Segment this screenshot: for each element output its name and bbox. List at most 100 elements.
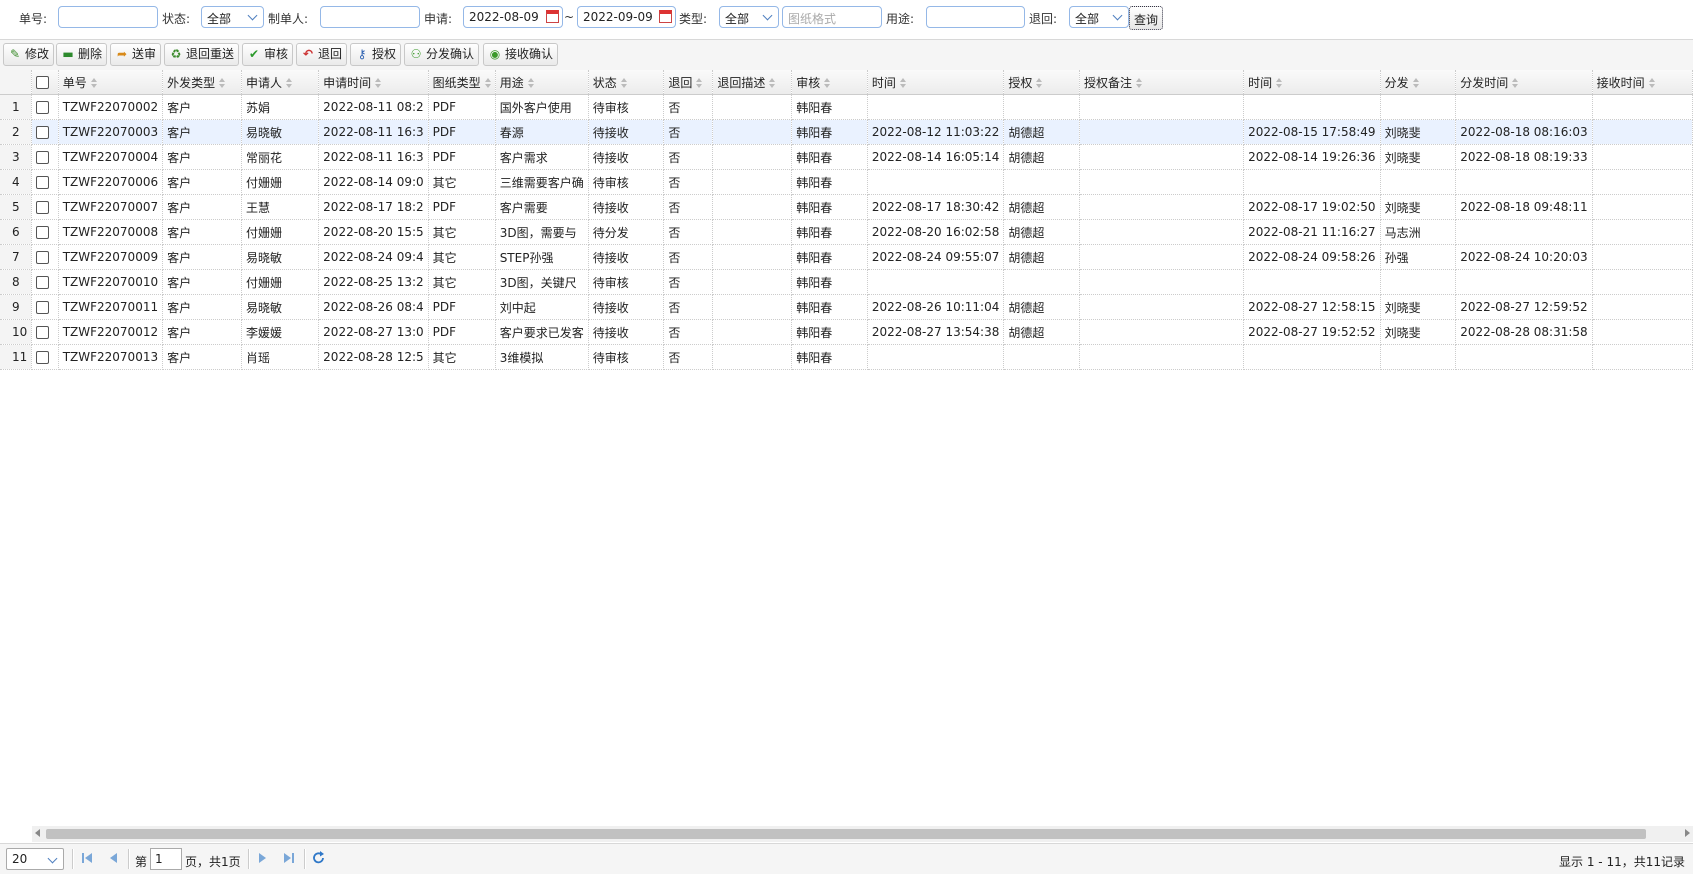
select-all-checkbox[interactable] — [36, 76, 50, 89]
scroll-left-icon[interactable] — [35, 829, 40, 837]
table-row[interactable]: 8 TZWF22070010 客户 付姗姗 2022-08-25 13:2 其它 3D图，关… — [0, 269, 1693, 295]
sort-icon[interactable] — [219, 78, 226, 88]
sort-icon[interactable] — [769, 78, 776, 88]
row-checkbox-cell[interactable] — [31, 244, 59, 270]
order-no-input[interactable] — [58, 6, 158, 28]
dispatch-confirm-button[interactable]: ⚇ 分发确认 — [404, 43, 480, 66]
row-checkbox[interactable] — [36, 101, 50, 114]
date-to-input[interactable]: 2022-09-09 — [577, 6, 676, 28]
review-button[interactable]: ✔ 审核 — [242, 43, 294, 66]
table-row[interactable]: 6 TZWF22070008 客户 付姗姗 2022-08-20 15:5 其它 3D图，需… — [0, 219, 1693, 245]
table-row[interactable]: 3 TZWF22070004 客户 常丽花 2022-08-11 16:3 PDF 客户需求… — [0, 144, 1693, 170]
calendar-icon[interactable] — [659, 10, 672, 23]
maker-input[interactable] — [320, 6, 420, 28]
select-all-checkbox-cell[interactable] — [31, 70, 59, 95]
col-auth-note-header[interactable]: 授权备注 — [1079, 70, 1245, 95]
col-dispatcher-header[interactable]: 分发 — [1380, 70, 1457, 95]
date-from-input[interactable]: 2022-08-09 — [463, 6, 563, 28]
scroll-right-icon[interactable] — [1685, 829, 1690, 837]
row-checkbox[interactable] — [36, 351, 50, 364]
row-checkbox[interactable] — [36, 326, 50, 339]
row-checkbox-cell[interactable] — [31, 119, 59, 145]
row-checkbox[interactable] — [36, 226, 50, 239]
col-drawing-type-header[interactable]: 图纸类型 — [428, 70, 496, 95]
row-checkbox[interactable] — [36, 176, 50, 189]
table-row[interactable]: 7 TZWF22070009 客户 易晓敏 2022-08-24 09:4 其它 STEP孙… — [0, 244, 1693, 270]
table-row[interactable]: 11 TZWF22070013 客户 肖瑶 2022-08-28 12:5 其它 3维模拟待… — [0, 344, 1693, 370]
col-receive-time-header[interactable]: 接收时间 — [1592, 70, 1693, 95]
edit-button[interactable]: ✎ 修改 — [3, 43, 55, 66]
sort-icon[interactable] — [824, 78, 831, 88]
first-page-icon[interactable] — [80, 850, 94, 866]
row-checkbox-cell[interactable] — [31, 194, 59, 220]
calendar-icon[interactable] — [546, 10, 559, 23]
page-number-input[interactable]: 1 — [150, 848, 182, 870]
query-button[interactable]: 查询 — [1129, 6, 1164, 30]
col-purpose-header[interactable]: 用途 — [495, 70, 589, 95]
col-dispatch-type-header[interactable]: 外发类型 — [162, 70, 243, 95]
last-page-icon[interactable] — [282, 850, 296, 866]
col-reviewer-header[interactable]: 审核 — [791, 70, 868, 95]
sort-icon[interactable] — [899, 78, 906, 88]
row-checkbox[interactable] — [36, 251, 50, 264]
table-row[interactable]: 4 TZWF22070006 客户 付姗姗 2022-08-14 09:0 其它 三维需要客… — [0, 169, 1693, 195]
sort-icon[interactable] — [375, 78, 382, 88]
row-checkbox[interactable] — [36, 151, 50, 164]
col-return-desc-header[interactable]: 退回描述 — [712, 70, 793, 95]
sort-icon[interactable] — [286, 78, 293, 88]
row-checkbox-cell[interactable] — [31, 94, 59, 120]
col-applicant-header[interactable]: 申请人 — [241, 70, 320, 95]
scrollbar-thumb[interactable] — [46, 829, 1646, 839]
row-checkbox-cell[interactable] — [31, 219, 59, 245]
col-authorizer-header[interactable]: 授权 — [1003, 70, 1080, 95]
horizontal-scrollbar[interactable] — [32, 826, 1693, 842]
col-returned-header[interactable]: 退回 — [663, 70, 714, 95]
type-select[interactable]: 全部 — [719, 6, 779, 28]
status-select[interactable]: 全部 — [201, 6, 264, 28]
row-checkbox[interactable] — [36, 126, 50, 139]
sort-icon[interactable] — [1136, 78, 1143, 88]
delete-button[interactable]: ▬ 删除 — [56, 43, 108, 66]
row-checkbox[interactable] — [36, 201, 50, 214]
row-checkbox-cell[interactable] — [31, 344, 59, 370]
sort-icon[interactable] — [1512, 78, 1519, 88]
col-order-no-header[interactable]: 单号 — [58, 70, 164, 95]
sort-icon[interactable] — [1648, 78, 1655, 88]
row-checkbox[interactable] — [36, 276, 50, 289]
row-checkbox-cell[interactable] — [31, 144, 59, 170]
authorize-button[interactable]: ⚷ 授权 — [350, 43, 402, 66]
resend-button[interactable]: ♻ 退回重送 — [164, 43, 240, 66]
col-apply-time-header[interactable]: 申请时间 — [318, 70, 429, 95]
table-row[interactable]: 5 TZWF22070007 客户 王慧 2022-08-17 18:2 PDF 客户需要待… — [0, 194, 1693, 220]
row-checkbox-cell[interactable] — [31, 294, 59, 320]
row-checkbox[interactable] — [36, 301, 50, 314]
purpose-input[interactable] — [926, 6, 1025, 28]
table-row[interactable]: 1 TZWF22070002 客户 苏娟 2022-08-11 08:2 PDF 国外客户使… — [0, 94, 1693, 120]
refresh-icon[interactable] — [312, 850, 326, 866]
sort-icon[interactable] — [484, 78, 491, 88]
submit-review-button[interactable]: ➦ 送审 — [110, 43, 162, 66]
sort-icon[interactable] — [1412, 78, 1419, 88]
col-dispatch-time-header[interactable]: 分发时间 — [1455, 70, 1593, 95]
table-row[interactable]: 2 TZWF22070003 客户 易晓敏 2022-08-11 16:3 PDF 春源 待接… — [0, 119, 1693, 145]
return-select[interactable]: 全部 — [1069, 6, 1129, 28]
sort-icon[interactable] — [1036, 78, 1043, 88]
return-button[interactable]: ↶ 退回 — [296, 43, 348, 66]
table-row[interactable]: 10 TZWF22070012 客户 李媛媛 2022-08-27 13:0 PDF 客户要… — [0, 319, 1693, 345]
row-checkbox-cell[interactable] — [31, 269, 59, 295]
receive-confirm-button[interactable]: ◉ 接收确认 — [483, 43, 559, 66]
row-checkbox-cell[interactable] — [31, 319, 59, 345]
page-size-select[interactable]: 20 — [6, 848, 64, 870]
sort-icon[interactable] — [1276, 78, 1283, 88]
col-auth-time-header[interactable]: 时间 — [1243, 70, 1381, 95]
sort-icon[interactable] — [90, 78, 97, 88]
next-page-icon[interactable] — [256, 850, 270, 866]
col-status-header[interactable]: 状态 — [588, 70, 665, 95]
sort-icon[interactable] — [620, 78, 627, 88]
sort-icon[interactable] — [696, 78, 703, 88]
row-checkbox-cell[interactable] — [31, 169, 59, 195]
format-input[interactable]: 图纸格式 — [782, 6, 882, 28]
prev-page-icon[interactable] — [106, 850, 120, 866]
table-row[interactable]: 9 TZWF22070011 客户 易晓敏 2022-08-26 08:4 PDF 刘中起待… — [0, 294, 1693, 320]
sort-icon[interactable] — [527, 78, 534, 88]
